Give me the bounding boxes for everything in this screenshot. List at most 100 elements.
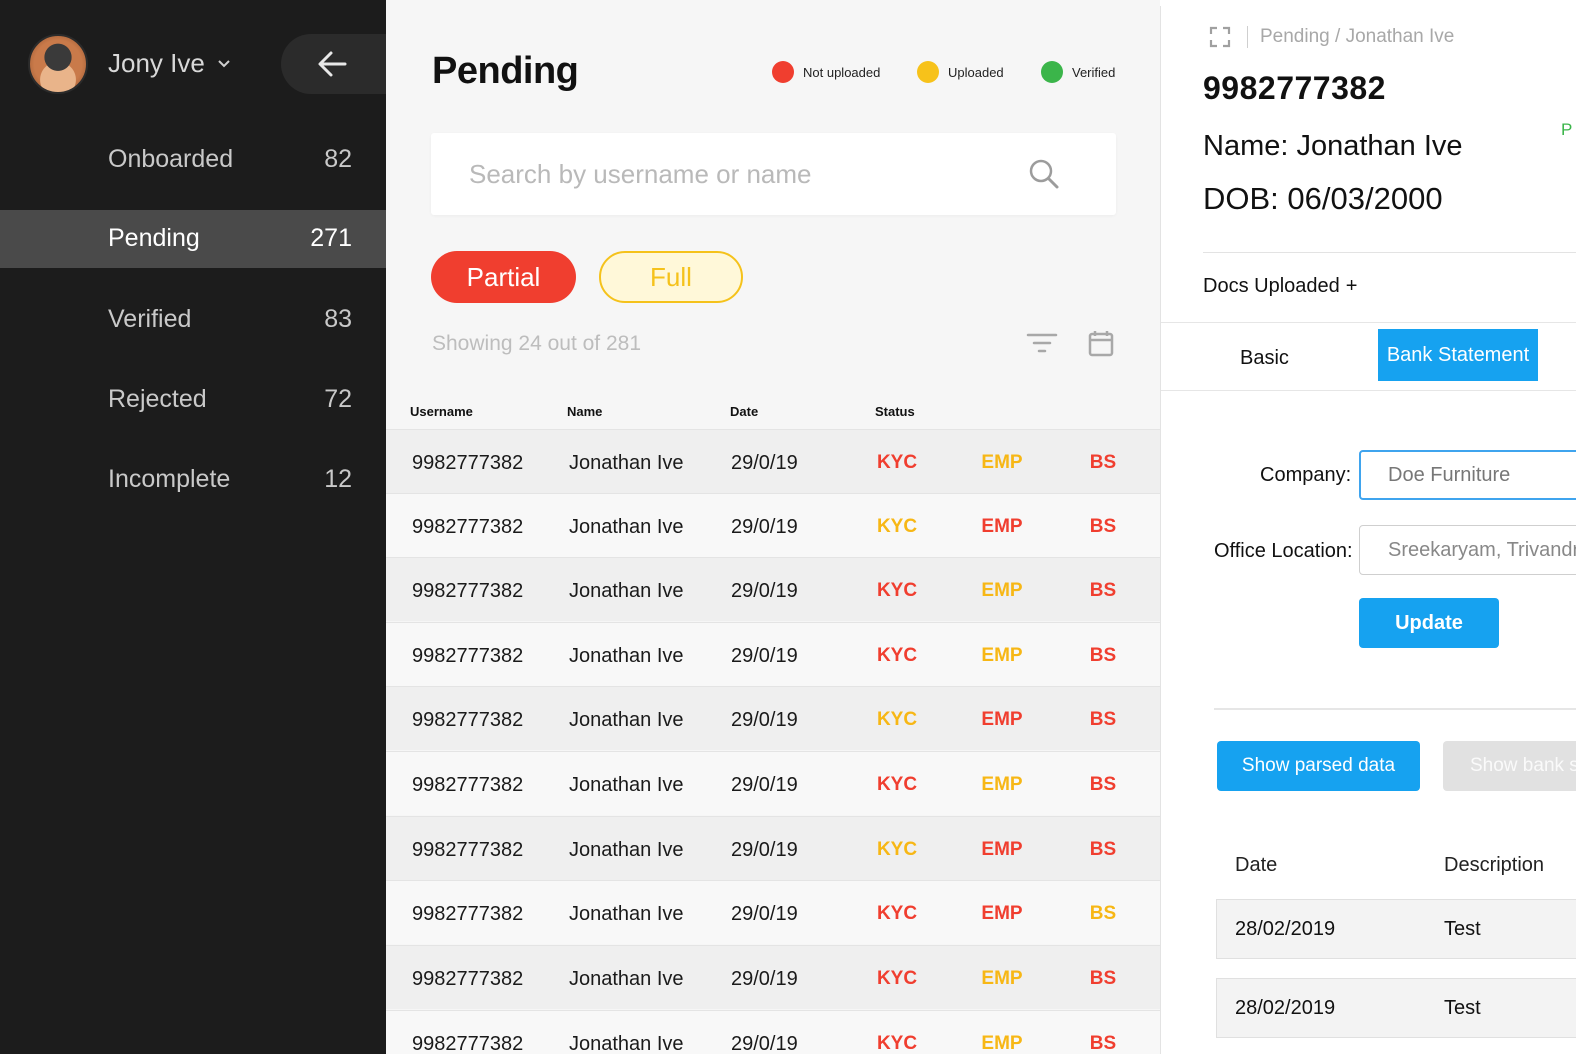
cell-name: Jonathan Ive	[569, 580, 684, 602]
red-dot-icon	[772, 61, 794, 83]
table-row[interactable]: 9982777382 Jonathan Ive 29/0/19 KYC EMP BS	[386, 622, 1160, 686]
breadcrumb[interactable]: Pending / Jonathan Ive	[1260, 26, 1454, 48]
avatar[interactable]	[28, 34, 88, 94]
cell-username: 9982777382	[412, 452, 524, 474]
column-header-status[interactable]: Status	[875, 404, 915, 419]
transaction-date: 28/02/2019	[1235, 997, 1336, 1019]
sidebar-item-label: Rejected	[108, 385, 207, 413]
detail-dob: DOB: 06/03/2000	[1203, 181, 1443, 216]
cell-name: Jonathan Ive	[569, 774, 684, 796]
search-box	[431, 133, 1116, 215]
table-row[interactable]: 9982777382 Jonathan Ive 29/0/19 KYC EMP BS	[386, 816, 1160, 880]
back-button[interactable]	[281, 34, 401, 94]
office-location-field[interactable]	[1359, 525, 1576, 575]
legend-label: Verified	[1072, 65, 1116, 80]
status-bs: BS	[1089, 645, 1117, 666]
status-emp: EMP	[981, 645, 1023, 666]
tab-bank-statement[interactable]: Bank Statement	[1378, 329, 1538, 381]
detail-username: 9982777382	[1203, 70, 1386, 106]
table-row[interactable]: 9982777382 Jonathan Ive 29/0/19 KYC EMP BS	[386, 493, 1160, 557]
divider	[1203, 252, 1576, 253]
company-field[interactable]	[1359, 450, 1576, 500]
transaction-description: Test	[1444, 997, 1481, 1019]
sidebar-item-onboarded[interactable]: Onboarded 82	[0, 131, 386, 189]
cell-date: 29/0/19	[731, 516, 798, 538]
full-filter-button[interactable]: Full	[599, 251, 743, 303]
transactions-column-description: Description	[1444, 854, 1545, 876]
sidebar-item-incomplete[interactable]: Incomplete 12	[0, 451, 386, 509]
sidebar-item-label: Pending	[108, 224, 200, 252]
user-name[interactable]: Jony Ive	[108, 48, 205, 79]
cell-username: 9982777382	[412, 709, 524, 731]
cell-date: 29/0/19	[731, 839, 798, 861]
tab-basic[interactable]: Basic	[1240, 347, 1289, 370]
divider	[1161, 390, 1576, 391]
breadcrumb-divider	[1247, 26, 1248, 48]
status-emp: EMP	[981, 1033, 1023, 1054]
status-emp: EMP	[981, 774, 1023, 795]
cell-date: 29/0/19	[731, 1033, 798, 1054]
table-row[interactable]: 9982777382 Jonathan Ive 29/0/19 KYC EMP BS	[386, 1010, 1160, 1054]
cell-name: Jonathan Ive	[569, 903, 684, 925]
status-emp: EMP	[981, 709, 1023, 730]
table-row[interactable]: 9982777382 Jonathan Ive 29/0/19 KYC EMP BS	[386, 880, 1160, 944]
search-icon[interactable]	[1028, 158, 1060, 195]
status-bs: BS	[1089, 516, 1117, 537]
status-bs: BS	[1089, 903, 1117, 924]
status-bs: BS	[1089, 968, 1117, 989]
search-input[interactable]	[469, 133, 1029, 215]
sidebar-item-count: 72	[324, 385, 352, 413]
transaction-row[interactable]: 28/02/2019 Test	[1216, 899, 1576, 959]
show-bank-statement-button[interactable]: Show bank statement	[1443, 741, 1576, 791]
cell-username: 9982777382	[412, 968, 524, 990]
filter-icon[interactable]	[1026, 330, 1058, 361]
expand-icon[interactable]	[1209, 26, 1231, 53]
cell-date: 29/0/19	[731, 580, 798, 602]
status-kyc: KYC	[876, 516, 918, 537]
table-row[interactable]: 9982777382 Jonathan Ive 29/0/19 KYC EMP BS	[386, 945, 1160, 1009]
update-button[interactable]: Update	[1359, 598, 1499, 648]
cell-username: 9982777382	[412, 839, 524, 861]
status-kyc: KYC	[876, 1033, 918, 1054]
legend-label: Uploaded	[948, 65, 1004, 80]
show-parsed-data-button[interactable]: Show parsed data	[1217, 741, 1420, 791]
cell-username: 9982777382	[412, 903, 524, 925]
sidebar-item-count: 83	[324, 305, 352, 333]
legend-label: Not uploaded	[803, 65, 881, 80]
status-bs: BS	[1089, 1033, 1117, 1054]
sidebar-item-count: 271	[310, 224, 352, 252]
cell-date: 29/0/19	[731, 452, 798, 474]
sidebar-item-verified[interactable]: Verified 83	[0, 291, 386, 349]
chevron-down-icon[interactable]	[214, 53, 234, 73]
table-row[interactable]: 9982777382 Jonathan Ive 29/0/19 KYC EMP BS	[386, 751, 1160, 815]
sidebar-item-pending[interactable]: Pending 271	[0, 210, 386, 268]
transaction-row[interactable]: 28/02/2019 Test	[1216, 978, 1576, 1038]
transactions-column-date: Date	[1235, 854, 1278, 876]
status-kyc: KYC	[876, 645, 918, 666]
cell-name: Jonathan Ive	[569, 452, 684, 474]
table-row[interactable]: 9982777382 Jonathan Ive 29/0/19 KYC EMP BS	[386, 686, 1160, 750]
office-location-label: Office Location:	[1214, 540, 1353, 562]
status-bs: BS	[1089, 580, 1117, 601]
table-row[interactable]: 9982777382 Jonathan Ive 29/0/19 KYC EMP BS	[386, 557, 1160, 621]
cell-date: 29/0/19	[731, 903, 798, 925]
cell-name: Jonathan Ive	[569, 968, 684, 990]
status-bs: BS	[1089, 774, 1117, 795]
cell-date: 29/0/19	[731, 774, 798, 796]
divider	[1161, 322, 1576, 323]
divider	[1214, 708, 1576, 710]
column-header-name[interactable]: Name	[567, 404, 602, 419]
table-row[interactable]: 9982777382 Jonathan Ive 29/0/19 KYC EMP BS	[386, 429, 1160, 493]
green-dot-icon	[1041, 61, 1063, 83]
sidebar-item-label: Incomplete	[108, 465, 231, 493]
calendar-icon[interactable]	[1088, 330, 1114, 363]
sidebar-item-rejected[interactable]: Rejected 72	[0, 371, 386, 429]
status-kyc: KYC	[876, 580, 918, 601]
status-label: P	[1561, 120, 1573, 139]
column-header-username[interactable]: Username	[410, 404, 473, 419]
status-bs: BS	[1089, 839, 1117, 860]
page-title: Pending	[432, 50, 579, 92]
column-header-date[interactable]: Date	[730, 404, 758, 419]
partial-filter-button[interactable]: Partial	[431, 251, 576, 303]
docs-uploaded-toggle[interactable]: Docs Uploaded +	[1203, 275, 1357, 298]
